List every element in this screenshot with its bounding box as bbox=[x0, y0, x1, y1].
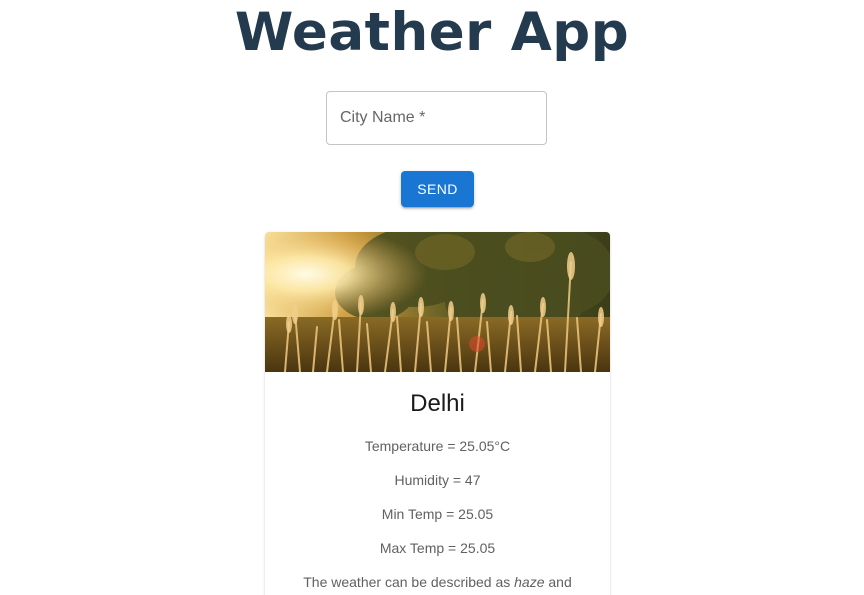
weather-image bbox=[265, 232, 610, 372]
page-title: Weather App bbox=[234, 2, 630, 63]
description-prefix: The weather can be described as bbox=[303, 574, 511, 590]
city-title: Delhi bbox=[410, 390, 465, 417]
max-temp-text: Max Temp = 25.05 bbox=[379, 540, 496, 556]
city-name-field[interactable] bbox=[326, 91, 547, 145]
city-name-input[interactable] bbox=[327, 92, 546, 144]
weather-card-content: Delhi Temperature = 25.05°C Humidity = 4… bbox=[265, 372, 610, 591]
temperature-text: Temperature = 25.05°C bbox=[364, 438, 511, 454]
weather-description: The weather can be described as haze and bbox=[281, 574, 594, 590]
min-temp-text: Min Temp = 25.05 bbox=[381, 506, 494, 522]
weather-card: Delhi Temperature = 25.05°C Humidity = 4… bbox=[265, 232, 610, 595]
weather-condition: haze bbox=[514, 574, 545, 590]
send-button[interactable]: SEND bbox=[401, 171, 474, 207]
weather-app-page: Weather App SEND bbox=[0, 0, 864, 595]
humidity-text: Humidity = 47 bbox=[394, 472, 481, 488]
description-suffix: and bbox=[548, 574, 572, 590]
